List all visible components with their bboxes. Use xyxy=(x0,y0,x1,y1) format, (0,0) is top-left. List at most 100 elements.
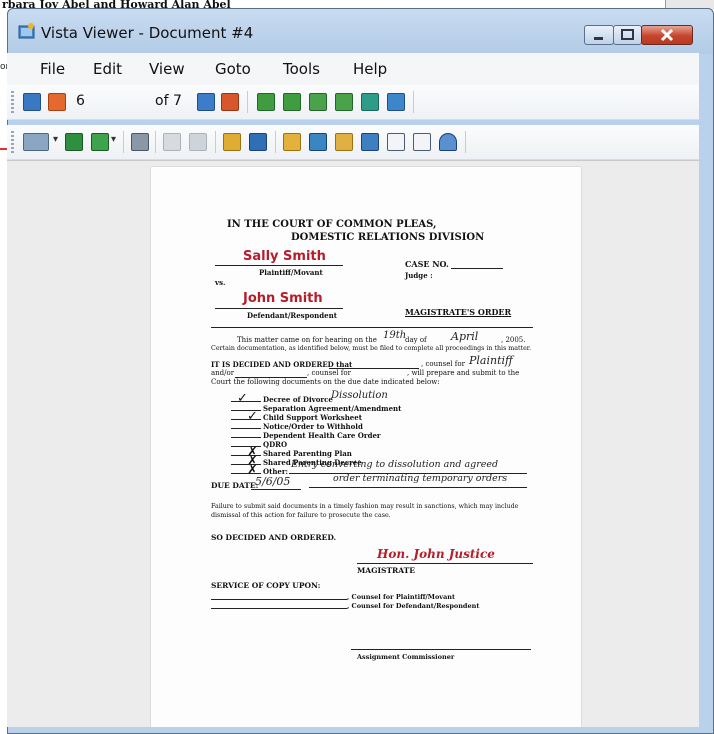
previous-page-icon[interactable] xyxy=(48,93,66,111)
paragraph1-day-of: day of xyxy=(405,336,427,344)
close-icon xyxy=(660,28,674,42)
defendant-name: John Smith xyxy=(243,291,323,306)
failure-text-line2: dismissal of this action for failure to … xyxy=(211,512,391,519)
plaintiff-name: Sally Smith xyxy=(243,249,326,264)
fit-width-icon[interactable] xyxy=(309,93,327,111)
checklist-item: Decree of Divorce xyxy=(263,395,333,404)
judge-label: Judge : xyxy=(405,271,433,280)
signature-line xyxy=(357,563,533,564)
scan-icon[interactable] xyxy=(23,133,49,151)
document-icon[interactable] xyxy=(387,133,405,151)
insert-page-icon[interactable] xyxy=(223,133,241,151)
scan-dropdown-arrow[interactable]: ▾ xyxy=(53,134,58,145)
current-page-number[interactable]: 6 xyxy=(76,93,85,109)
menu-file[interactable]: File xyxy=(40,60,65,78)
checklist-item: Separation Agreement/Amendment xyxy=(263,404,402,413)
import-icon[interactable] xyxy=(65,133,83,151)
paragraph2-line2-b: , counsel for xyxy=(307,369,351,377)
magistrate-label: MAGISTRATE xyxy=(357,566,415,575)
menu-help[interactable]: Help xyxy=(353,60,387,78)
navigation-toolbar: 6 of 7 xyxy=(7,85,699,120)
viewer-app-icon xyxy=(18,23,35,39)
checklist-item: Dependent Health Care Order xyxy=(263,431,381,440)
case-no-label: CASE NO. xyxy=(405,259,449,269)
close-button[interactable] xyxy=(641,25,693,45)
next-page-icon[interactable] xyxy=(197,93,215,111)
checklist-item: QDRO xyxy=(263,440,288,449)
checklist-blank xyxy=(231,473,261,474)
checklist-blank xyxy=(231,401,261,402)
checklist-item: Notice/Order to Withhold xyxy=(263,422,363,431)
so-decided-text: SO DECIDED AND ORDERED. xyxy=(211,533,337,542)
paragraph2-party: Plaintiff xyxy=(469,354,513,367)
plaintiff-line xyxy=(215,265,343,266)
stamp-icon[interactable] xyxy=(189,133,207,151)
export-icon[interactable] xyxy=(91,133,109,151)
checklist-mark: ✓ xyxy=(237,391,248,406)
document-view-area[interactable]: IN THE COURT OF COMMON PLEAS, DOMESTIC R… xyxy=(7,160,699,727)
checklist-blank xyxy=(231,428,261,429)
checklist-note: Dissolution xyxy=(331,390,388,401)
due-date-value: 5/6/05 xyxy=(255,475,291,488)
menu-bar: File Edit View Goto Tools Help xyxy=(7,53,699,85)
toolbar-grip[interactable] xyxy=(11,131,14,153)
paragraph1-text: This matter came on for hearing on the xyxy=(237,336,377,344)
page-properties-icon[interactable] xyxy=(361,133,379,151)
zoom-in-icon[interactable] xyxy=(257,93,275,111)
export-dropdown-arrow[interactable]: ▾ xyxy=(111,134,116,145)
last-page-icon[interactable] xyxy=(221,93,239,111)
vs-label: vs. xyxy=(215,278,226,287)
toolbar-separator xyxy=(247,91,248,113)
undo-icon[interactable] xyxy=(163,133,181,151)
order-title: MAGISTRATE'S ORDER xyxy=(405,307,512,317)
defendant-label: Defendant/Respondent xyxy=(247,311,337,320)
toolbar-separator xyxy=(465,131,466,153)
service-line-plaintiff xyxy=(211,599,347,600)
menu-edit[interactable]: Edit xyxy=(93,60,122,78)
document-page: IN THE COURT OF COMMON PLEAS, DOMESTIC R… xyxy=(151,167,581,727)
checklist-item: Child Support Worksheet xyxy=(263,413,362,422)
paragraph2-line3: Court the following documents on the due… xyxy=(211,378,440,386)
menu-view[interactable]: View xyxy=(149,60,185,78)
print-icon[interactable] xyxy=(131,133,149,151)
zoom-out-icon[interactable] xyxy=(283,93,301,111)
due-date-line xyxy=(251,489,301,490)
header-rule xyxy=(211,327,533,328)
menu-goto[interactable]: Goto xyxy=(215,60,251,78)
toolbar-separator xyxy=(275,131,276,153)
case-no-line xyxy=(451,268,503,269)
user-upload-icon[interactable] xyxy=(439,133,457,151)
rotate-right-icon[interactable] xyxy=(387,93,405,111)
rotate-left-icon[interactable] xyxy=(361,93,379,111)
first-page-icon[interactable] xyxy=(23,93,41,111)
other-line2 xyxy=(309,487,527,488)
highlight-icon[interactable] xyxy=(335,133,353,151)
counsel-defendant-label: , Counsel for Defendant/Respondent xyxy=(347,602,480,610)
menu-tools[interactable]: Tools xyxy=(283,60,320,78)
paragraph2-line2-a: and/or xyxy=(211,369,235,377)
checklist-mark: ✓ xyxy=(247,409,258,424)
magistrate-signature: Hon. John Justice xyxy=(377,547,495,561)
minimize-button[interactable] xyxy=(584,25,614,45)
defendant-line xyxy=(215,308,343,309)
hearing-month: April xyxy=(451,330,479,343)
toolbar-separator xyxy=(413,91,414,113)
fit-page-icon[interactable] xyxy=(335,93,353,111)
toolbar-separator xyxy=(215,131,216,153)
maximize-button[interactable] xyxy=(613,25,642,45)
service-heading: SERVICE OF COPY UPON: xyxy=(211,581,321,590)
toolbar-separator xyxy=(123,131,124,153)
document-save-icon[interactable] xyxy=(413,133,431,151)
court-heading-line1: IN THE COURT OF COMMON PLEAS, xyxy=(227,219,437,230)
note-icon[interactable] xyxy=(309,133,327,151)
plaintiff-label: Plaintiff/Movant xyxy=(259,268,323,277)
append-page-icon[interactable] xyxy=(249,133,267,151)
toolbar-separator xyxy=(155,131,156,153)
paragraph1-line2: Certain documentation, as identified bel… xyxy=(211,345,532,352)
maximize-icon xyxy=(621,29,634,40)
annotate-icon[interactable] xyxy=(283,133,301,151)
toolbar-grip[interactable] xyxy=(11,91,14,113)
page-count: of 7 xyxy=(155,93,182,109)
checklist-item: Shared Parenting Plan xyxy=(263,449,352,458)
title-bar[interactable]: Vista Viewer - Document #4 xyxy=(8,9,713,54)
